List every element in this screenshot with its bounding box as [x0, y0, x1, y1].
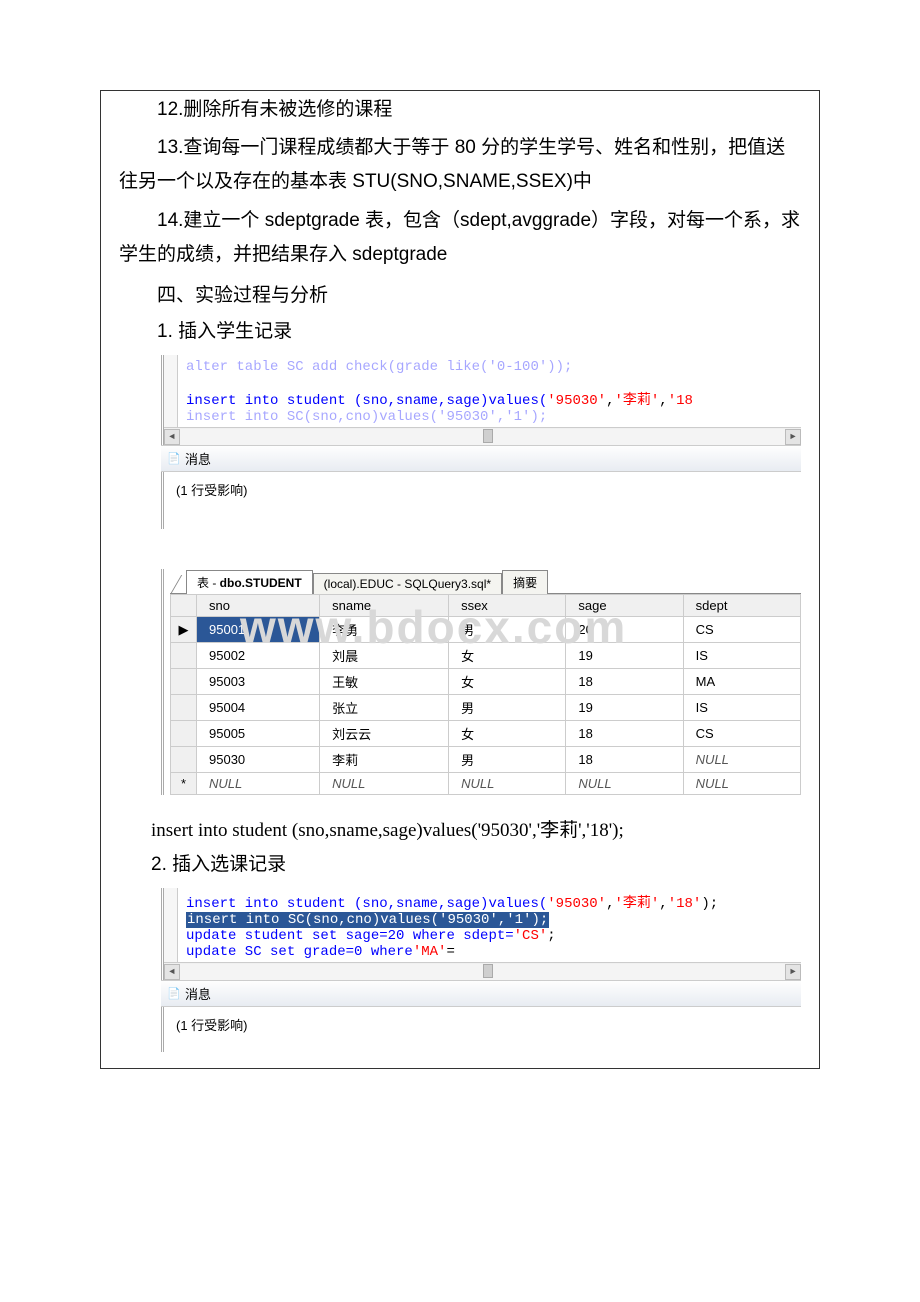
row-indicator: [171, 643, 197, 669]
insert-statement-text: insert into student (sno,sname,sage)valu…: [101, 799, 819, 846]
cell-sage[interactable]: 19: [566, 643, 683, 669]
sql-editor-2[interactable]: insert into student (sno,sname,sage)valu…: [161, 888, 801, 980]
cell-ssex[interactable]: 男: [449, 617, 566, 643]
cell-sage[interactable]: 19: [566, 695, 683, 721]
heading-2: 2. 插入选课记录: [101, 846, 819, 884]
table-row[interactable]: 95003王敏女18MA: [171, 669, 801, 695]
cell-ssex[interactable]: 男: [449, 747, 566, 773]
cell-null[interactable]: NULL: [197, 773, 320, 795]
cell-sname[interactable]: 李勇: [320, 617, 449, 643]
paragraph-14: 14.建立一个 sdeptgrade 表，包含（sdept,avggrade）字…: [101, 202, 819, 274]
row-indicator: [171, 669, 197, 695]
cell-sdept[interactable]: IS: [683, 643, 800, 669]
row-indicator: ▶: [171, 617, 197, 643]
row-indicator: [171, 695, 197, 721]
row-indicator: [171, 747, 197, 773]
cell-sno[interactable]: 95002: [197, 643, 320, 669]
table-row[interactable]: ▶95001李勇男20CS: [171, 617, 801, 643]
cell-sno[interactable]: 95003: [197, 669, 320, 695]
cell-null[interactable]: NULL: [449, 773, 566, 795]
section-4-title: 四、实验过程与分析: [101, 274, 819, 313]
table-row[interactable]: 95005刘云云女18CS: [171, 721, 801, 747]
results-tabstrip: 表 - dbo.STUDENT (local).EDUC - SQLQuery3…: [170, 569, 801, 594]
col-sage[interactable]: sage: [566, 595, 683, 617]
messages-tab-2[interactable]: 消息: [185, 984, 211, 1003]
sql2-line4: update SC set grade=0 where'MA'=: [186, 944, 793, 960]
horizontal-scrollbar[interactable]: ◄ ►: [164, 427, 801, 445]
scroll-left-arrow[interactable]: ◄: [164, 429, 180, 445]
sql2-line3: update student set sage=20 where sdept='…: [186, 928, 793, 944]
sql-editor-1[interactable]: alter table SC add check(grade like('0-1…: [161, 355, 801, 445]
tab-sqlquery[interactable]: (local).EDUC - SQLQuery3.sql*: [313, 573, 502, 594]
col-sname[interactable]: sname: [320, 595, 449, 617]
cell-sname[interactable]: 张立: [320, 695, 449, 721]
cell-sage[interactable]: 18: [566, 721, 683, 747]
paragraph-12: 12.删除所有未被选修的课程: [101, 91, 819, 129]
heading-1: 1. 插入学生记录: [101, 313, 819, 351]
cell-sdept[interactable]: MA: [683, 669, 800, 695]
cell-sdept[interactable]: CS: [683, 617, 800, 643]
paragraph-13: 13.查询每一门课程成绩都大于等于 80 分的学生学号、姓名和性别，把值送往另一…: [101, 129, 819, 201]
table-row-new[interactable]: *NULLNULLNULLNULLNULL: [171, 773, 801, 795]
screenshot-block-1: alter table SC add check(grade like('0-1…: [161, 355, 801, 795]
cell-sdept[interactable]: NULL: [683, 747, 800, 773]
col-ssex[interactable]: ssex: [449, 595, 566, 617]
messages-tab-bar-2: 📄 消息: [161, 980, 801, 1007]
messages-area-2: (1 行受影响): [161, 1007, 801, 1052]
cell-ssex[interactable]: 女: [449, 721, 566, 747]
scroll-right-arrow[interactable]: ►: [785, 429, 801, 445]
cell-sdept[interactable]: CS: [683, 721, 800, 747]
sql2-line2: insert into SC(sno,cno)values('95030','1…: [186, 912, 793, 928]
col-sno[interactable]: sno: [197, 595, 320, 617]
messages-icon: 📄: [167, 452, 181, 466]
cell-sname[interactable]: 李莉: [320, 747, 449, 773]
results-table[interactable]: sno sname ssex sage sdept ▶95001李勇男20CS9…: [170, 594, 801, 795]
row-indicator-new: *: [171, 773, 197, 795]
cell-null[interactable]: NULL: [566, 773, 683, 795]
cell-null[interactable]: NULL: [683, 773, 800, 795]
messages-icon-2: 📄: [167, 987, 181, 1001]
table-row[interactable]: 95030李莉男18NULL: [171, 747, 801, 773]
scroll-right-arrow-2[interactable]: ►: [785, 964, 801, 980]
table-header-row: sno sname ssex sage sdept: [171, 595, 801, 617]
horizontal-scrollbar-2[interactable]: ◄ ►: [164, 962, 801, 980]
cell-sage[interactable]: 18: [566, 747, 683, 773]
cell-null[interactable]: NULL: [320, 773, 449, 795]
sql-line-2: insert into student (sno,sname,sage)valu…: [186, 389, 793, 409]
sql-line-faded-top: alter table SC add check(grade like('0-1…: [186, 359, 793, 375]
cell-sname[interactable]: 刘云云: [320, 721, 449, 747]
cell-ssex[interactable]: 女: [449, 669, 566, 695]
cell-ssex[interactable]: 男: [449, 695, 566, 721]
col-sdept[interactable]: sdept: [683, 595, 800, 617]
cell-sno[interactable]: 95005: [197, 721, 320, 747]
sql-line-faded-3: insert into SC(sno,cno)values('95030','1…: [186, 409, 793, 425]
sql2-line1: insert into student (sno,sname,sage)valu…: [186, 892, 793, 912]
screenshot-block-2: insert into student (sno,sname,sage)valu…: [161, 888, 801, 1052]
cell-sdept[interactable]: IS: [683, 695, 800, 721]
cell-sage[interactable]: 20: [566, 617, 683, 643]
messages-area-1: (1 行受影响): [161, 472, 801, 529]
cell-sno[interactable]: 95030: [197, 747, 320, 773]
cell-sno[interactable]: 95001: [197, 617, 320, 643]
row-indicator: [171, 721, 197, 747]
table-row[interactable]: 95004张立男19IS: [171, 695, 801, 721]
table-row[interactable]: 95002刘晨女19IS: [171, 643, 801, 669]
messages-tab-bar: 📄 消息: [161, 445, 801, 472]
cell-sno[interactable]: 95004: [197, 695, 320, 721]
cell-sage[interactable]: 18: [566, 669, 683, 695]
tab-summary[interactable]: 摘要: [502, 570, 548, 594]
messages-tab[interactable]: 消息: [185, 449, 211, 468]
tab-student-table[interactable]: 表 - dbo.STUDENT: [186, 570, 313, 594]
scroll-left-arrow-2[interactable]: ◄: [164, 964, 180, 980]
cell-sname[interactable]: 王敏: [320, 669, 449, 695]
cell-sname[interactable]: 刘晨: [320, 643, 449, 669]
cell-ssex[interactable]: 女: [449, 643, 566, 669]
